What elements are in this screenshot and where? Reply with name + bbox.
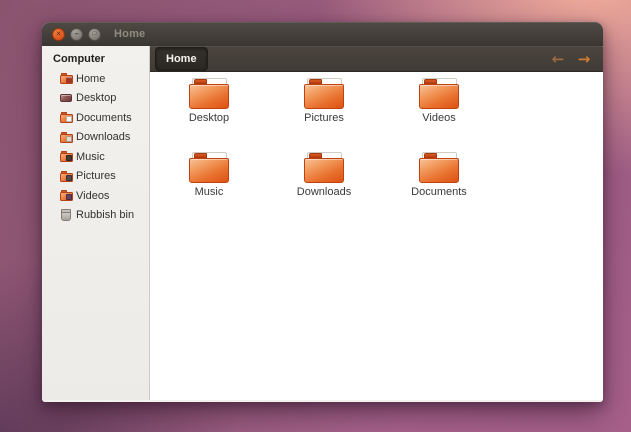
- folder-documents[interactable]: Documents: [389, 152, 489, 198]
- breadcrumb-home-button[interactable]: Home: [155, 47, 208, 71]
- file-manager-window: ✕ – □ Home Computer Home Desktop: [42, 22, 603, 402]
- forward-arrow-icon[interactable]: →: [573, 46, 595, 72]
- folder-icon: [419, 152, 459, 183]
- downloads-folder-icon: [60, 132, 76, 143]
- folder-videos[interactable]: Videos: [389, 78, 489, 124]
- documents-folder-icon: [60, 112, 76, 123]
- sidebar-item-music[interactable]: Music: [42, 147, 149, 167]
- sidebar-item-label: Downloads: [76, 131, 130, 143]
- desktop-icon: [60, 94, 76, 102]
- maximize-button[interactable]: □: [88, 28, 101, 41]
- desktop-wallpaper: ✕ – □ Home Computer Home Desktop: [0, 0, 631, 432]
- sidebar-item-label: Rubbish bin: [76, 209, 134, 221]
- sidebar-item-label: Pictures: [76, 170, 116, 182]
- main-pane: Home ← → Desktop Pictures: [150, 46, 603, 400]
- path-toolbar: Home ← →: [150, 46, 603, 72]
- videos-folder-icon: [60, 190, 76, 201]
- folder-icon: [419, 78, 459, 109]
- sidebar-item-documents[interactable]: Documents: [42, 108, 149, 128]
- home-folder-icon: [60, 73, 76, 84]
- folder-icon: [189, 78, 229, 109]
- sidebar-item-pictures[interactable]: Pictures: [42, 167, 149, 187]
- sidebar-item-label: Desktop: [76, 92, 116, 104]
- minimize-button[interactable]: –: [70, 28, 83, 41]
- back-arrow-icon[interactable]: ←: [547, 46, 569, 72]
- rubbish-bin-icon: [60, 210, 76, 221]
- sidebar-item-downloads[interactable]: Downloads: [42, 128, 149, 148]
- places-sidebar: Computer Home Desktop Documents: [42, 46, 150, 400]
- sidebar-item-label: Home: [76, 73, 105, 85]
- folder-label: Videos: [389, 112, 489, 124]
- pictures-folder-icon: [60, 171, 76, 182]
- folder-icon: [304, 78, 344, 109]
- folder-icon: [189, 152, 229, 183]
- folder-downloads[interactable]: Downloads: [274, 152, 374, 198]
- sidebar-item-rubbish-bin[interactable]: Rubbish bin: [42, 206, 149, 226]
- sidebar-item-label: Documents: [76, 112, 132, 124]
- sidebar-item-desktop[interactable]: Desktop: [42, 89, 149, 109]
- folder-label: Desktop: [159, 112, 259, 124]
- sidebar-item-label: Videos: [76, 190, 109, 202]
- sidebar-item-home[interactable]: Home: [42, 69, 149, 89]
- folder-label: Pictures: [274, 112, 374, 124]
- window-title: Home: [114, 28, 145, 40]
- sidebar-item-videos[interactable]: Videos: [42, 186, 149, 206]
- folder-music[interactable]: Music: [159, 152, 259, 198]
- folder-desktop[interactable]: Desktop: [159, 78, 259, 124]
- titlebar[interactable]: ✕ – □ Home: [42, 22, 603, 46]
- folder-label: Documents: [389, 186, 489, 198]
- sidebar-item-label: Music: [76, 151, 105, 163]
- close-button[interactable]: ✕: [52, 28, 65, 41]
- sidebar-header: Computer: [42, 46, 149, 69]
- folder-label: Downloads: [274, 186, 374, 198]
- folder-pictures[interactable]: Pictures: [274, 78, 374, 124]
- folder-label: Music: [159, 186, 259, 198]
- music-folder-icon: [60, 151, 76, 162]
- folder-icon: [304, 152, 344, 183]
- folder-view[interactable]: Desktop Pictures Videos: [150, 72, 603, 400]
